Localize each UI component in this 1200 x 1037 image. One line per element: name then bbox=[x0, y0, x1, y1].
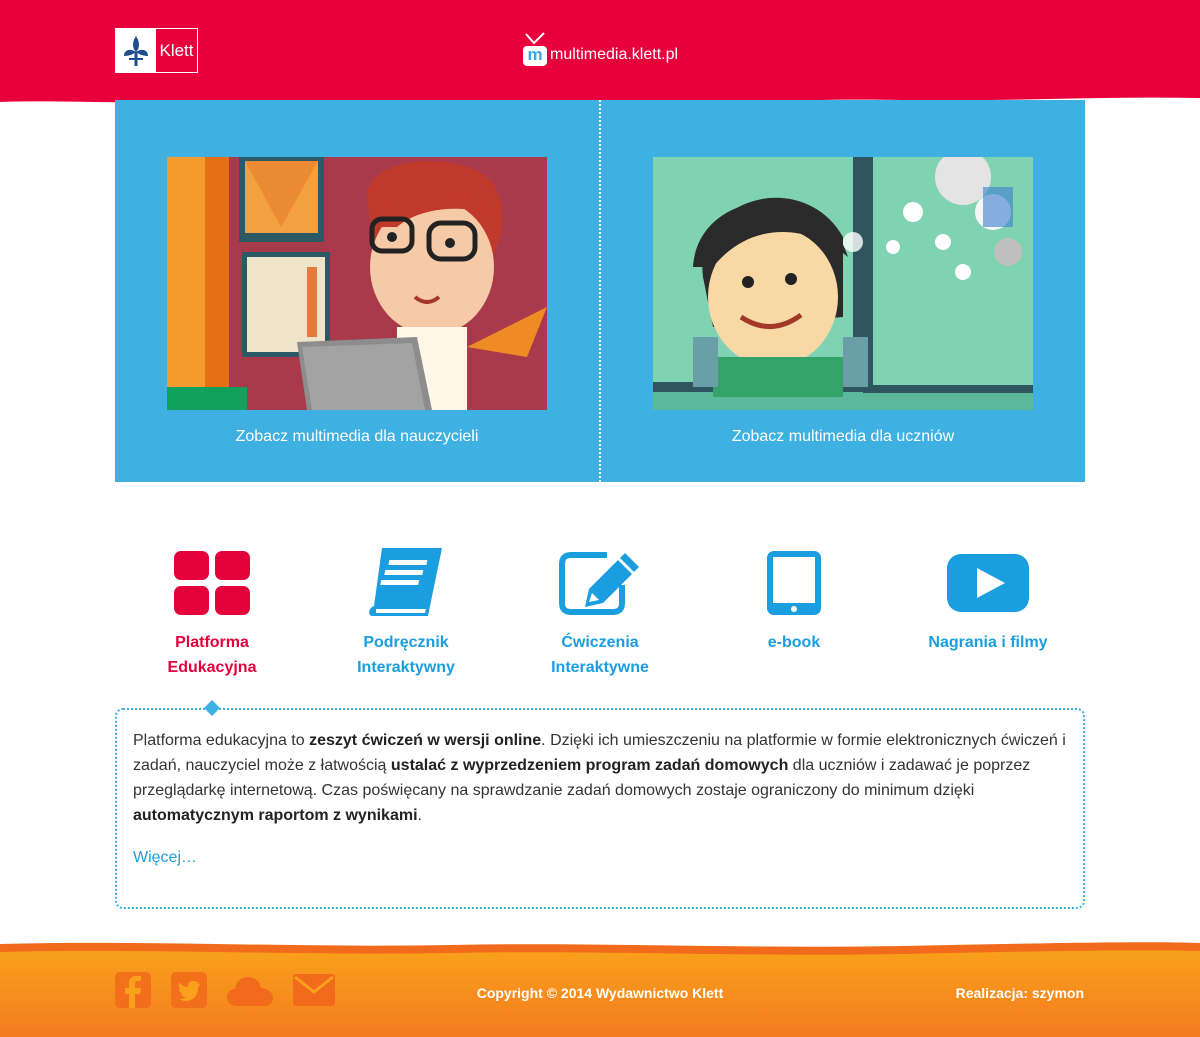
desc-bold-1: zeszyt ćwiczeń w wersji online bbox=[309, 732, 542, 749]
tab-label-line2: Interaktywne bbox=[551, 659, 649, 676]
tab-label-line1: e-book bbox=[767, 634, 821, 651]
students-caption[interactable]: Zobacz multimedia dla uczniów bbox=[653, 428, 1033, 446]
multimedia-tv-icon: m bbox=[522, 32, 547, 66]
mail-icon[interactable] bbox=[293, 974, 335, 1006]
social-icons bbox=[115, 972, 355, 1008]
feature-tabs: Platforma Edukacyjna Podręcznik Interakt… bbox=[115, 548, 1085, 678]
book-icon bbox=[309, 548, 503, 618]
tab-platforma-edukacyjna[interactable]: Platforma Edukacyjna bbox=[115, 548, 309, 680]
credit-text[interactable]: Realizacja: szymon bbox=[956, 985, 1084, 1001]
site-title[interactable]: m multimedia.klett.pl bbox=[522, 32, 678, 66]
teachers-panel[interactable]: Zobacz multimedia dla nauczycieli bbox=[167, 157, 547, 446]
site-name: multimedia.klett.pl bbox=[550, 46, 679, 63]
boy-illustration[interactable] bbox=[653, 157, 1033, 410]
klett-logo[interactable]: Klett bbox=[115, 28, 198, 73]
tab-podrecznik-interaktywny[interactable]: Podręcznik Interaktywny bbox=[309, 548, 503, 680]
active-tab-pointer bbox=[204, 700, 220, 716]
grid-icon bbox=[115, 548, 309, 618]
copyright-text: Copyright © 2014 Wydawnictwo Klett bbox=[476, 985, 724, 1001]
hero-divider bbox=[599, 100, 601, 482]
description-box: Platforma edukacyjna to zeszyt ćwiczeń w… bbox=[115, 700, 1085, 909]
tablet-icon bbox=[697, 548, 891, 618]
tab-label-line2: Interaktywny bbox=[357, 659, 455, 676]
logo-text: Klett bbox=[159, 40, 194, 60]
tab-label-line1: Nagrania i filmy bbox=[928, 634, 1048, 651]
hero-section: Zobacz multimedia dla nauczycieli Zobacz… bbox=[115, 100, 1085, 482]
footer: Copyright © 2014 Wydawnictwo Klett Reali… bbox=[0, 940, 1200, 1037]
cloud-icon[interactable] bbox=[227, 974, 273, 1006]
play-icon bbox=[891, 548, 1085, 618]
students-panel[interactable]: Zobacz multimedia dla uczniów bbox=[653, 157, 1033, 446]
edit-icon bbox=[503, 548, 697, 618]
klett-emblem-icon bbox=[116, 29, 156, 72]
header: Klett m multimedia.klett.pl bbox=[0, 0, 1200, 110]
tab-label-line1: Podręcznik bbox=[363, 634, 449, 651]
tab-label-line1: Platforma bbox=[175, 634, 249, 651]
desc-text-1: Platforma edukacyjna to bbox=[133, 732, 310, 749]
tab-cwiczenia-interaktywne[interactable]: Ćwiczenia Interaktywne bbox=[503, 548, 697, 680]
facebook-icon[interactable] bbox=[115, 972, 151, 1008]
description-text: Platforma edukacyjna to zeszyt ćwiczeń w… bbox=[133, 728, 1067, 828]
more-link[interactable]: Więcej… bbox=[133, 849, 197, 867]
teacher-illustration[interactable] bbox=[167, 157, 547, 410]
teachers-caption[interactable]: Zobacz multimedia dla nauczycieli bbox=[167, 428, 547, 446]
tab-label-line1: Ćwiczenia bbox=[561, 634, 639, 651]
tab-nagrania-i-filmy[interactable]: Nagrania i filmy bbox=[891, 548, 1085, 655]
desc-bold-3: automatycznym raportom z wynikami bbox=[133, 807, 418, 824]
twitter-icon[interactable] bbox=[171, 972, 207, 1008]
desc-bold-2: ustalać z wyprzedzeniem program zadań do… bbox=[390, 757, 789, 774]
tab-label-line2: Edukacyjna bbox=[167, 659, 257, 676]
tab-e-book[interactable]: e-book bbox=[697, 548, 891, 655]
site-icon-letter: m bbox=[523, 46, 547, 66]
desc-text-4: . bbox=[417, 807, 422, 824]
